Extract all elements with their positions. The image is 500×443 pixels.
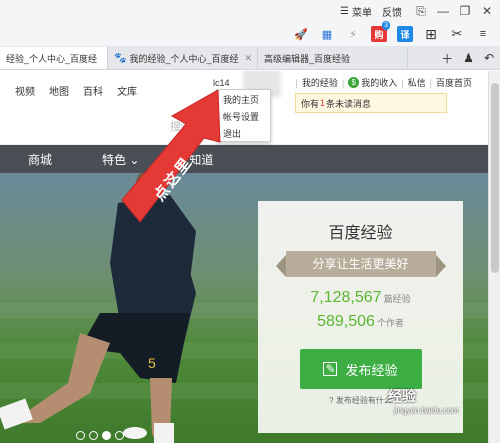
annotation-arrow [121,90,221,223]
nav-link-video[interactable]: 视频 [15,83,35,98]
svg-text:5: 5 [148,355,156,371]
scissors-icon[interactable]: ✂ [446,24,468,44]
category-mall[interactable]: 商城 [28,151,52,168]
msg-suffix: 条未读消息 [326,98,372,109]
menu-button[interactable]: ☰ 菜单 [340,4,372,19]
menu-label: 菜单 [352,7,372,19]
experience-count: 7,128,567 [310,289,382,306]
menu-icon: ☰ [340,5,349,17]
edit-icon: ✎ [323,362,338,376]
close-tab-icon[interactable]: ✕ [244,53,252,64]
experience-suffix: 篇经验 [383,294,411,304]
carousel-dot[interactable] [89,431,98,440]
gou-button[interactable]: 购 3 [368,21,390,44]
carousel-dots [76,431,128,440]
my-experience-link[interactable]: 我的经验 [302,76,338,89]
nav-link-baike[interactable]: 百科 [83,83,103,98]
tab-label: 高级编辑器_百度经验 [264,53,351,64]
tab-active[interactable]: 经验_个人中心_百度经 [0,47,108,69]
my-income-link[interactable]: 我的收入 [361,76,397,89]
translate-button[interactable]: 译 [394,24,416,44]
help-text: 发布经验有什么 [335,396,392,405]
minimize-button[interactable]: — [434,4,452,18]
publish-label: 发布经验 [345,362,398,378]
carousel-dot-active[interactable] [102,431,111,440]
tab-bar: 经验_个人中心_百度经 🐾 我的经验_个人中心_百度经 ✕ 高级编辑器_百度经验… [0,46,500,70]
private-message-link[interactable]: 私信 [408,76,426,89]
slogan-ribbon: 分享让生活更美好 [275,251,446,277]
experience-stat: 7,128,567 篇经验 [258,289,463,307]
tab-label: 我的经验_个人中心_百度经 [129,53,239,64]
maximize-button[interactable]: ❐ [456,4,474,18]
gou-badge: 3 [382,21,390,30]
browser-titlebar: ☰ 菜单 反馈 ⎘ — ❐ ✕ [0,0,500,22]
watermark: 经验 jingyan.baidu.com [388,386,458,415]
msg-count: 1 [320,98,326,108]
msg-prefix: 你有 [301,98,320,109]
publish-experience-button[interactable]: ✎ 发布经验 [299,349,422,389]
watermark-url: jingyan.baidu.com [394,406,459,415]
question-icon: ? [329,396,334,405]
tab-label: 经验_个人中心_百度经 [6,53,98,64]
slogan-text: 分享让生活更美好 [312,257,409,271]
tab-extras: ＋ ♟ ↶ [441,47,500,69]
author-stat: 589,506 个作者 [258,313,463,331]
watermark-text: 经验 [388,388,416,404]
translate-label: 译 [397,26,413,42]
bolt-icon[interactable]: ⚡ [342,24,364,44]
nav-link-map[interactable]: 地图 [49,83,69,98]
scrollbar-thumb[interactable] [491,83,499,273]
tab-editor[interactable]: 高级编辑器_百度经验 [258,47,408,69]
tab-my-experience[interactable]: 🐾 我的经验_个人中心_百度经 ✕ [108,47,258,69]
feedback-label: 反馈 [382,7,402,19]
author-suffix: 个作者 [376,318,404,328]
browser-toolbar: 🚀 ▦ ⚡ 购 3 译 ⊞ ✂ ≡ [0,21,500,46]
page-scrollbar[interactable] [488,71,500,443]
more-icon[interactable]: ≡ [472,24,494,44]
paw-icon: 🐾 [114,52,127,64]
feedback-button[interactable]: 反馈 [382,4,402,19]
new-tab-icon[interactable]: ＋ [441,50,453,67]
apps-icon[interactable]: ⊞ [420,24,442,44]
carousel-dot[interactable] [76,431,85,440]
baidu-home-link[interactable]: 百度首页 [436,76,472,89]
extension-icon[interactable]: ♟ [463,51,474,65]
username-link[interactable]: lc14 [213,78,230,88]
coin-icon: $ [348,77,360,88]
author-count: 589,506 [317,313,375,330]
grid-app-icon[interactable]: ▦ [316,24,338,44]
rocket-icon[interactable]: 🚀 [290,24,312,44]
close-window-button[interactable]: ✕ [478,4,496,18]
undo-icon[interactable]: ↶ [484,51,494,65]
skin-icon[interactable]: ⎘ [412,4,430,19]
carousel-dot[interactable] [115,431,124,440]
